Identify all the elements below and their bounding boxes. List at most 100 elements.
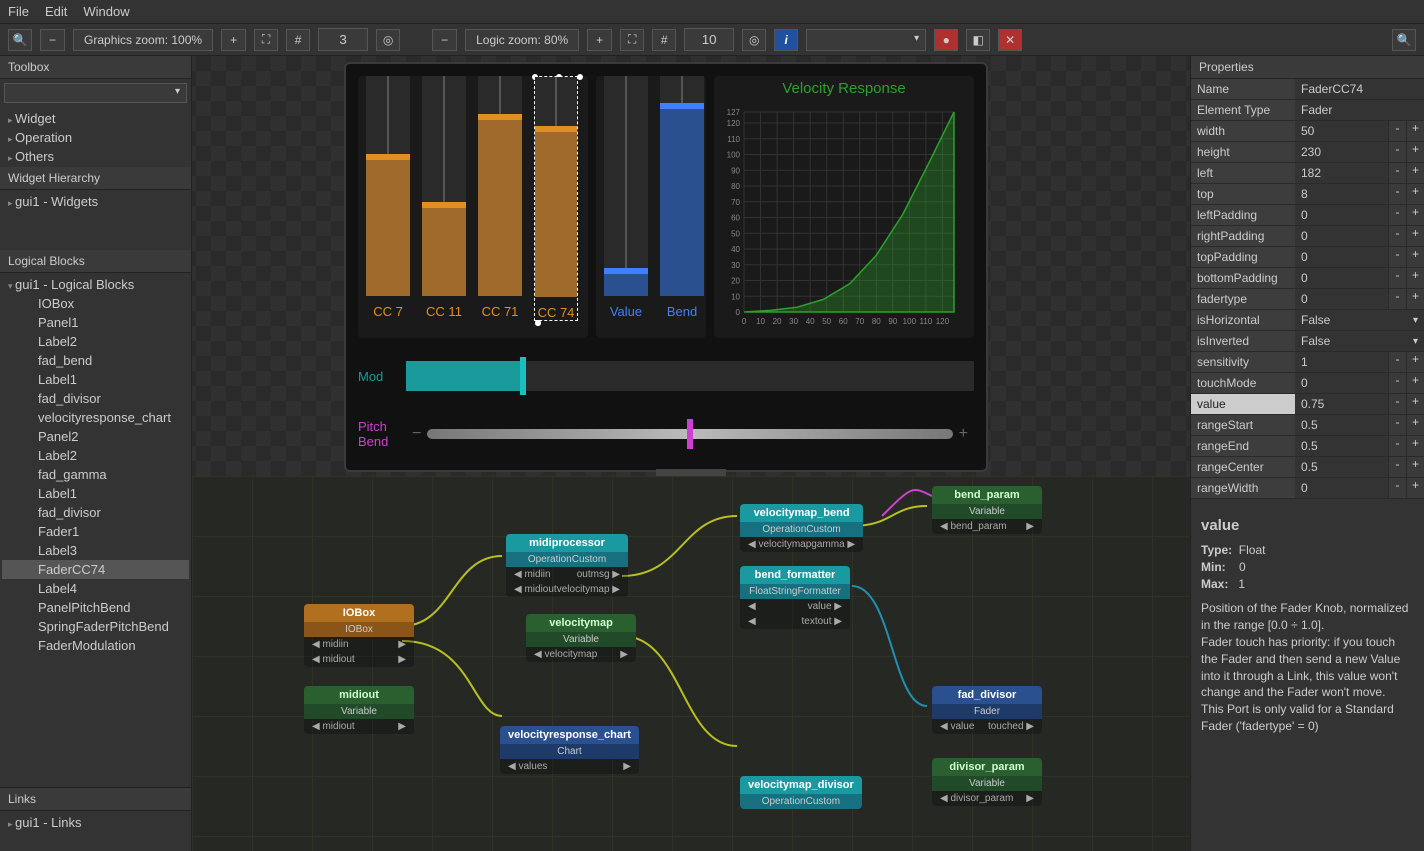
block-item-label3[interactable]: Label3 bbox=[2, 541, 189, 560]
blocks-root[interactable]: gui1 - Logical Blocks bbox=[2, 275, 189, 294]
prop-row-touchMode[interactable]: touchMode0-+ bbox=[1191, 373, 1424, 394]
splitter-handle[interactable] bbox=[656, 469, 726, 476]
block-item-fadercc74[interactable]: FaderCC74 bbox=[2, 560, 189, 579]
block-item-label2[interactable]: Label2 bbox=[2, 332, 189, 351]
prop-dec[interactable]: - bbox=[1388, 247, 1406, 267]
fader-value[interactable]: Value bbox=[604, 76, 648, 319]
prop-dec[interactable]: - bbox=[1388, 142, 1406, 162]
block-item-fad_divisor[interactable]: fad_divisor bbox=[2, 389, 189, 408]
grid-logic-icon[interactable]: # bbox=[652, 29, 676, 51]
prop-row-isInverted[interactable]: isInvertedFalse bbox=[1191, 331, 1424, 352]
info-icon[interactable]: i bbox=[774, 29, 798, 51]
logic-zoom-plus[interactable]: + bbox=[587, 29, 612, 51]
toolbox-item-operation[interactable]: Operation bbox=[2, 128, 189, 147]
prop-row-rangeEnd[interactable]: rangeEnd0.5-+ bbox=[1191, 436, 1424, 457]
node-bend_param[interactable]: bend_paramVariable◀ bend_param▶ bbox=[932, 486, 1042, 534]
prop-row-height[interactable]: height230-+ bbox=[1191, 142, 1424, 163]
prop-dec[interactable]: - bbox=[1388, 289, 1406, 309]
node-divisor_param[interactable]: divisor_paramVariable◀ divisor_param▶ bbox=[932, 758, 1042, 806]
prop-row-bottomPadding[interactable]: bottomPadding0-+ bbox=[1191, 268, 1424, 289]
block-item-label4[interactable]: Label4 bbox=[2, 579, 189, 598]
close-icon[interactable]: ✕ bbox=[998, 29, 1022, 51]
prop-inc[interactable]: + bbox=[1406, 415, 1424, 435]
prop-inc[interactable]: + bbox=[1406, 373, 1424, 393]
node-velocitymap_bend[interactable]: velocitymap_bendOperationCustom◀ velocit… bbox=[740, 504, 863, 552]
menu-window[interactable]: Window bbox=[83, 4, 129, 19]
prop-dec[interactable]: - bbox=[1388, 352, 1406, 372]
toolbox-item-widget[interactable]: Widget bbox=[2, 109, 189, 128]
prop-row-rightPadding[interactable]: rightPadding0-+ bbox=[1191, 226, 1424, 247]
node-fad_divisor[interactable]: fad_divisorFader◀ valuetouched ▶ bbox=[932, 686, 1042, 734]
prop-row-topPadding[interactable]: topPadding0-+ bbox=[1191, 247, 1424, 268]
fit-graphics-icon[interactable]: ⛶ bbox=[254, 29, 278, 51]
prop-inc[interactable]: + bbox=[1406, 478, 1424, 498]
block-item-velocityresponse_chart[interactable]: velocityresponse_chart bbox=[2, 408, 189, 427]
prop-inc[interactable]: + bbox=[1406, 205, 1424, 225]
prop-inc[interactable]: + bbox=[1406, 457, 1424, 477]
node-velocitymap[interactable]: velocitymapVariable◀ velocitymap▶ bbox=[526, 614, 636, 662]
block-item-fad_divisor[interactable]: fad_divisor bbox=[2, 503, 189, 522]
block-item-label1[interactable]: Label1 bbox=[2, 484, 189, 503]
prop-row-rangeCenter[interactable]: rangeCenter0.5-+ bbox=[1191, 457, 1424, 478]
prop-dec[interactable]: - bbox=[1388, 415, 1406, 435]
prop-dec[interactable]: - bbox=[1388, 268, 1406, 288]
logic-zoom-minus[interactable]: − bbox=[432, 29, 457, 51]
menu-edit[interactable]: Edit bbox=[45, 4, 67, 19]
prop-row-value[interactable]: value0.75-+ bbox=[1191, 394, 1424, 415]
prop-dec[interactable]: - bbox=[1388, 394, 1406, 414]
block-item-panelpitchbend[interactable]: PanelPitchBend bbox=[2, 598, 189, 617]
fader-cc7[interactable]: CC 7 bbox=[366, 76, 410, 319]
prop-row-width[interactable]: width50-+ bbox=[1191, 121, 1424, 142]
node-velocityresponse_chart[interactable]: velocityresponse_chartChart◀ values▶ bbox=[500, 726, 639, 774]
block-item-label1[interactable]: Label1 bbox=[2, 370, 189, 389]
prop-row-rangeWidth[interactable]: rangeWidth0-+ bbox=[1191, 478, 1424, 499]
search-right-icon[interactable]: 🔍 bbox=[1392, 29, 1416, 51]
prop-inc[interactable]: + bbox=[1406, 247, 1424, 267]
logic-canvas[interactable]: IOBoxIOBox◀ midiin▶◀ midiout▶ midioutVari… bbox=[192, 476, 1190, 851]
fit-logic-icon[interactable]: ⛶ bbox=[620, 29, 644, 51]
block-item-fadermodulation[interactable]: FaderModulation bbox=[2, 636, 189, 655]
block-item-fad_gamma[interactable]: fad_gamma bbox=[2, 465, 189, 484]
prop-inc[interactable]: + bbox=[1406, 352, 1424, 372]
prop-inc[interactable]: + bbox=[1406, 268, 1424, 288]
prop-dec[interactable]: - bbox=[1388, 163, 1406, 183]
target-logic-icon[interactable]: ◎ bbox=[742, 29, 766, 51]
prop-dec[interactable]: - bbox=[1388, 184, 1406, 204]
prop-row-rangeStart[interactable]: rangeStart0.5-+ bbox=[1191, 415, 1424, 436]
node-bend_formatter[interactable]: bend_formatterFloatStringFormatter◀ valu… bbox=[740, 566, 850, 629]
prop-row-Element Type[interactable]: Element TypeFader bbox=[1191, 100, 1424, 121]
pitchbend-slider[interactable] bbox=[427, 429, 952, 439]
block-item-panel2[interactable]: Panel2 bbox=[2, 427, 189, 446]
block-item-fad_bend[interactable]: fad_bend bbox=[2, 351, 189, 370]
block-item-springfaderpitchbend[interactable]: SpringFaderPitchBend bbox=[2, 617, 189, 636]
prop-row-left[interactable]: left182-+ bbox=[1191, 163, 1424, 184]
prop-inc[interactable]: + bbox=[1406, 142, 1424, 162]
block-item-fader1[interactable]: Fader1 bbox=[2, 522, 189, 541]
block-item-label2[interactable]: Label2 bbox=[2, 446, 189, 465]
target-graphics-icon[interactable]: ◎ bbox=[376, 29, 400, 51]
node-midiout[interactable]: midioutVariable◀ midiout▶ bbox=[304, 686, 414, 734]
canvas[interactable]: CC 7CC 11CC 71CC 74 ValueBend Velocity R… bbox=[192, 56, 1190, 851]
graphics-grid-input[interactable] bbox=[318, 28, 368, 51]
prop-dec[interactable]: - bbox=[1388, 373, 1406, 393]
record-icon[interactable]: ● bbox=[934, 29, 958, 51]
prop-inc[interactable]: + bbox=[1406, 226, 1424, 246]
prop-inc[interactable]: + bbox=[1406, 163, 1424, 183]
node-iobox[interactable]: IOBoxIOBox◀ midiin▶◀ midiout▶ bbox=[304, 604, 414, 667]
prop-inc[interactable]: + bbox=[1406, 289, 1424, 309]
prop-dec[interactable]: - bbox=[1388, 205, 1406, 225]
prop-inc[interactable]: + bbox=[1406, 436, 1424, 456]
toolbox-item-others[interactable]: Others bbox=[2, 147, 189, 166]
grid-graphics-icon[interactable]: # bbox=[286, 29, 310, 51]
toolbar-dropdown[interactable] bbox=[806, 29, 926, 51]
fader-bend[interactable]: Bend bbox=[660, 76, 704, 319]
logic-grid-input[interactable] bbox=[684, 28, 734, 51]
hierarchy-root[interactable]: gui1 - Widgets bbox=[2, 192, 189, 211]
erase-icon[interactable]: ◧ bbox=[966, 29, 990, 51]
links-root[interactable]: gui1 - Links bbox=[2, 813, 189, 832]
toolbox-filter[interactable] bbox=[4, 83, 187, 103]
node-midiprocessor[interactable]: midiprocessorOperationCustom◀ midiinoutm… bbox=[506, 534, 628, 597]
graphics-zoom-plus[interactable]: + bbox=[221, 29, 246, 51]
fader-cc71[interactable]: CC 71 bbox=[478, 76, 522, 319]
prop-row-sensitivity[interactable]: sensitivity1-+ bbox=[1191, 352, 1424, 373]
